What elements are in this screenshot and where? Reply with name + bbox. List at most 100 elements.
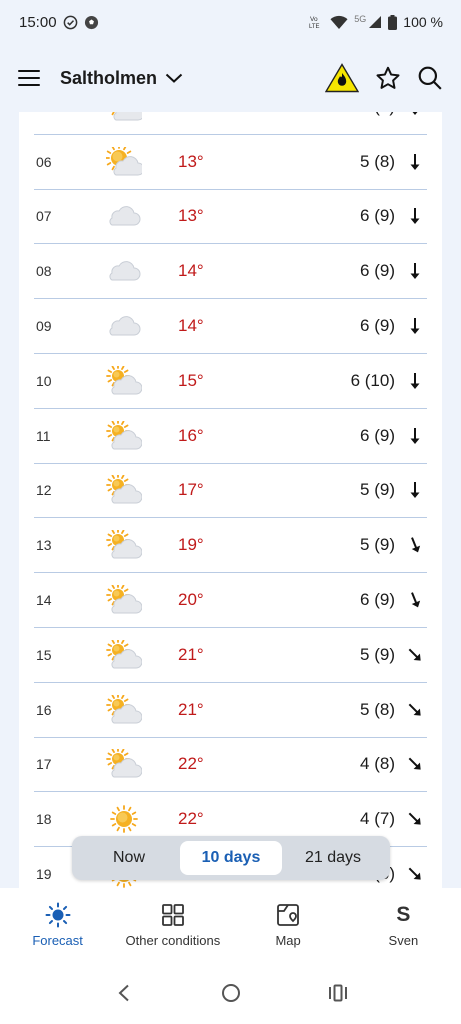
row-wind: 5 (8) [360, 699, 395, 719]
nav-forecast-label: Forecast [32, 932, 83, 948]
partly-cloudy-icon [106, 528, 143, 560]
partly-cloudy-icon [106, 747, 143, 779]
location-selector[interactable]: Saltholmen [60, 68, 183, 89]
forecast-row[interactable]: 11 16° 6 (9) [34, 409, 427, 464]
forecast-row[interactable]: 07 13° 6 (9) [34, 190, 427, 245]
partly-cloudy-icon [106, 418, 143, 451]
row-wind: 6 (9) [360, 261, 395, 281]
forecast-row[interactable]: 16 21° 5 (8) [34, 683, 427, 738]
partly-cloudy-icon [106, 363, 143, 396]
row-hour: 05 [36, 112, 52, 115]
wind-direction-arrow-icon [407, 701, 423, 719]
wind-direction-arrow-icon [407, 755, 423, 773]
row-hour: 17 [36, 756, 52, 773]
status-bar: 15:00 Vo LTE 5G 100 % [0, 0, 461, 44]
status-left: 15:00 [19, 14, 99, 31]
row-hour: 16 [36, 701, 52, 718]
location-name: Saltholmen [60, 67, 158, 88]
battery-icon [388, 14, 398, 30]
sun-cloud-icon [105, 143, 145, 177]
row-temperature: 17° [178, 480, 204, 500]
row-wind: 5 (9) [360, 480, 395, 500]
row-temperature: 13° [178, 206, 204, 226]
cloud-icon [106, 256, 142, 286]
range-switch: Now 10 days 21 days [72, 836, 390, 880]
tab-21-days[interactable]: 21 days [282, 841, 384, 875]
partly-cloudy-icon [106, 637, 143, 670]
soccer-ball-icon [84, 15, 99, 30]
row-temperature: 12° [178, 112, 204, 117]
wind-direction-arrow-icon [407, 536, 423, 554]
nav-other-conditions[interactable]: Other conditions [115, 888, 230, 962]
wind-direction-arrow-icon [407, 262, 423, 280]
search-icon[interactable] [417, 65, 443, 91]
home-icon[interactable] [211, 973, 251, 1013]
row-hour: 09 [36, 318, 52, 335]
fire-warning-icon[interactable] [325, 63, 359, 93]
row-wind: 5 (9) [360, 644, 395, 664]
nav-sven-label: Sven [388, 932, 419, 948]
row-wind: 4 (7) [360, 809, 395, 829]
wind-direction-arrow-icon [407, 153, 423, 171]
row-wind: 4 (8) [360, 754, 395, 774]
row-wind: 6 (10) [350, 370, 395, 390]
wind-direction-arrow-icon [407, 481, 423, 499]
forecast-row[interactable]: 17 22° 4 (8) [34, 738, 427, 793]
row-hour: 19 [36, 866, 52, 883]
tab-now[interactable]: Now [78, 841, 180, 875]
row-temperature: 20° [178, 590, 204, 610]
row-temperature: 21° [178, 644, 204, 664]
partly-cloudy-icon [106, 583, 143, 615]
partly-cloudy-icon [106, 473, 143, 505]
row-temperature: 19° [178, 535, 204, 555]
forecast-row[interactable]: 12 17° 5 (9) [34, 464, 427, 519]
row-hour: 10 [36, 372, 52, 389]
row-hour: 14 [36, 592, 52, 609]
sun-icon [45, 902, 71, 927]
row-temperature: 22° [178, 754, 204, 774]
row-hour: 11 [36, 427, 51, 444]
back-icon[interactable] [104, 973, 144, 1013]
forecast-row[interactable]: 08 14° 6 (9) [34, 244, 427, 300]
battery-level: 100 % [403, 14, 443, 30]
wind-direction-arrow-icon [407, 207, 423, 225]
forecast-row[interactable]: 06 13° 5 (8) [34, 135, 427, 190]
row-hour: 18 [36, 811, 52, 828]
wind-direction-arrow-icon [407, 646, 423, 664]
hourly-forecast-list[interactable]: 05 12° 5 (8) 06 13° 5 (8) 07 13° 6 (9) 08 14° 6 (9)… [19, 112, 442, 888]
row-hour: 13 [36, 537, 52, 554]
star-icon[interactable] [375, 65, 401, 91]
row-wind: 5 (8) [360, 112, 395, 117]
row-temperature: 22° [178, 809, 204, 829]
nav-forecast[interactable]: Forecast [0, 888, 115, 962]
check-circle-icon [63, 15, 78, 30]
row-wind: 6 (9) [360, 316, 395, 336]
forecast-row[interactable]: 05 12° 5 (8) [34, 112, 427, 135]
nav-map-label: Map [275, 932, 301, 948]
forecast-row[interactable]: 09 14° 6 (9) [34, 299, 427, 354]
menu-icon[interactable] [18, 65, 44, 91]
wind-direction-arrow-icon [407, 112, 423, 116]
forecast-row[interactable]: 13 19° 5 (9) [34, 518, 427, 574]
wind-direction-arrow-icon [407, 865, 423, 883]
forecast-row[interactable]: 14 20° 6 (9) [34, 573, 427, 628]
header-actions [325, 63, 443, 93]
row-wind: 6 (9) [360, 425, 395, 445]
nav-sven[interactable]: S Sven [346, 888, 461, 962]
nav-map[interactable]: Map [231, 888, 346, 962]
clock: 15:00 [19, 13, 57, 31]
nav-other-conditions-label: Other conditions [125, 932, 221, 948]
wind-direction-arrow-icon [407, 591, 423, 609]
svg-text:Vo: Vo [310, 16, 318, 23]
row-wind: 6 (9) [360, 590, 395, 610]
grid-icon [161, 903, 185, 927]
forecast-row[interactable]: 10 15° 6 (10) [34, 354, 427, 409]
forecast-row[interactable]: 15 21° 5 (9) [34, 628, 427, 683]
row-temperature: 16° [178, 425, 204, 445]
row-temperature: 13° [178, 151, 204, 171]
map-icon [276, 903, 300, 927]
recents-icon[interactable] [318, 973, 358, 1013]
row-temperature: 14° [178, 316, 204, 336]
tab-10-days[interactable]: 10 days [180, 841, 282, 875]
signal-icon [368, 15, 382, 29]
